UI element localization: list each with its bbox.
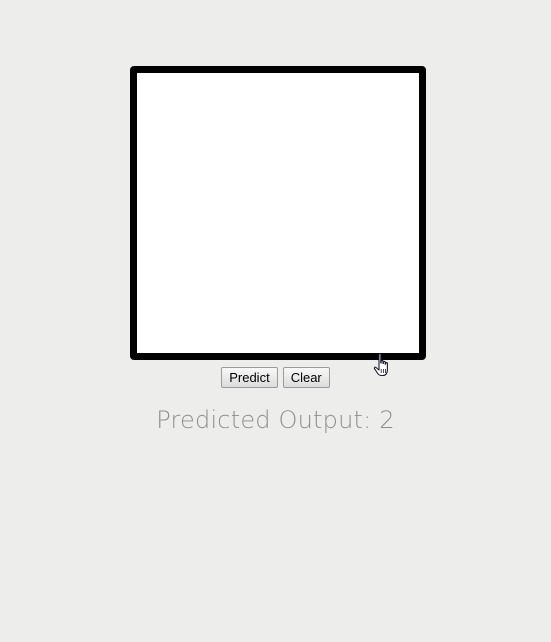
drawing-canvas[interactable] (130, 66, 426, 360)
predicted-output: Predicted Output: 2 (0, 406, 551, 434)
controls-bar: Predict Clear (0, 367, 551, 388)
clear-button[interactable]: Clear (282, 367, 330, 388)
predicted-output-label: Predicted Output: (156, 406, 372, 434)
hand-pointer-icon (373, 353, 388, 377)
predicted-output-value: 2 (379, 406, 395, 434)
page: Predict Clear Predicted Output: 2 (0, 0, 551, 642)
predict-button[interactable]: Predict (221, 367, 278, 388)
